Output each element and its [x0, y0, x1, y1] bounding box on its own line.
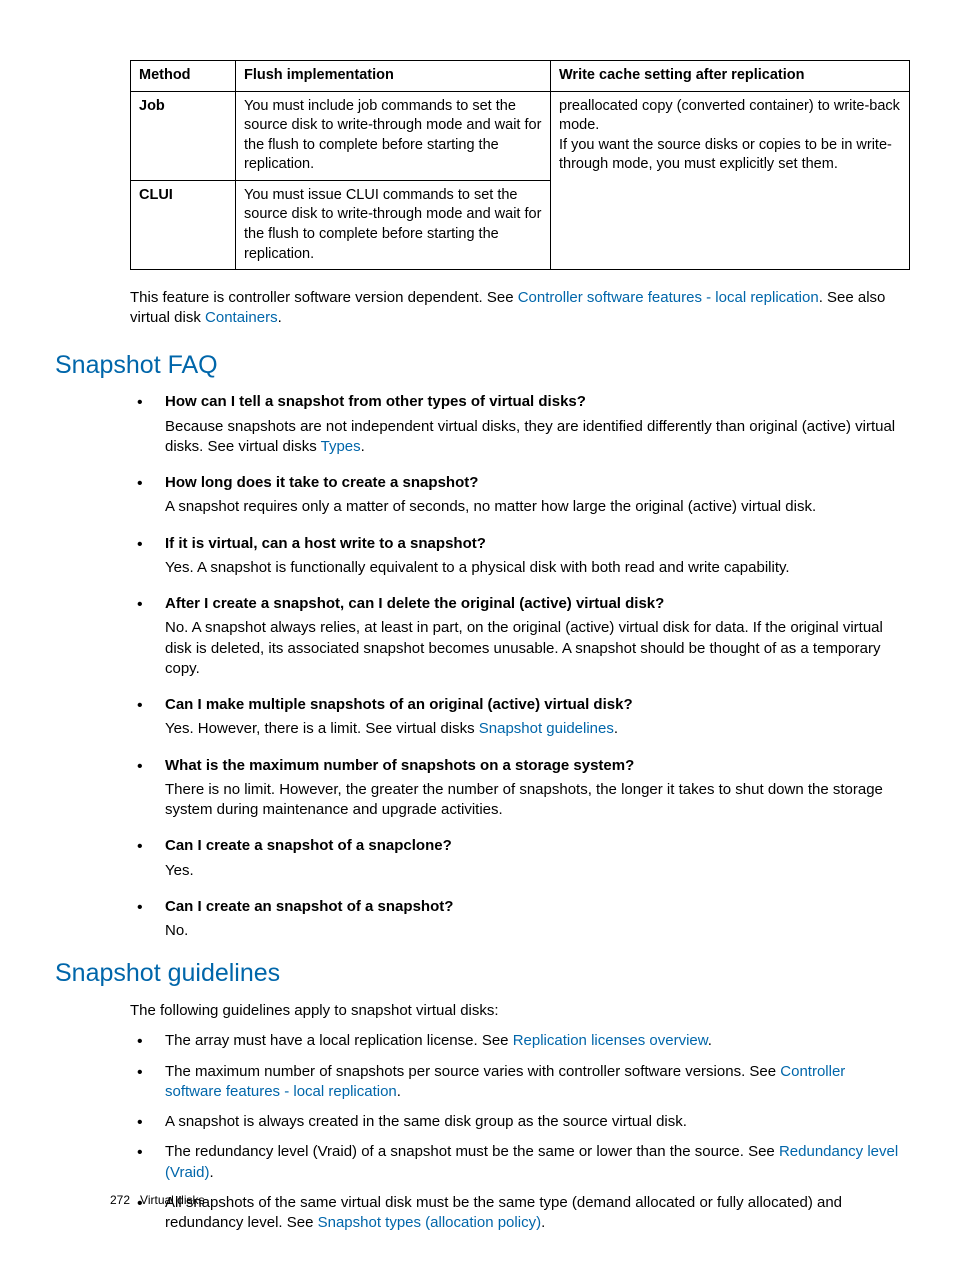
faq-answer-link[interactable]: Snapshot guidelines — [479, 720, 614, 737]
faq-question: Can I create an snapshot of a snapshot? — [165, 897, 899, 917]
heading-snapshot-faq: Snapshot FAQ — [55, 349, 899, 383]
faq-answer-text: There is no limit. However, the greater … — [165, 781, 883, 818]
guideline-item: The redundancy level (Vraid) of a snapsh… — [165, 1142, 899, 1183]
faq-answer: No. A snapshot always relies, at least i… — [165, 618, 899, 679]
faq-answer-text: Because snapshots are not independent vi… — [165, 418, 895, 455]
faq-answer-text: Yes. A snapshot is functionally equivale… — [165, 559, 790, 576]
faq-answer-text: No. — [165, 922, 188, 939]
faq-question: After I create a snapshot, can I delete … — [165, 594, 899, 614]
faq-question: Can I create a snapshot of a snapclone? — [165, 836, 899, 856]
guideline-text: . — [708, 1032, 712, 1049]
faq-answer-link[interactable]: Types — [321, 438, 361, 455]
th-method: Method — [131, 61, 236, 92]
faq-question: How can I tell a snapshot from other typ… — [165, 392, 899, 412]
guideline-text: . — [209, 1164, 213, 1181]
cell-method: Job — [131, 91, 236, 180]
guideline-link[interactable]: Replication licenses overview — [513, 1032, 708, 1049]
page-footer: 272 Virtual disks — [110, 1192, 205, 1208]
faq-answer: No. — [165, 921, 899, 941]
faq-answer-text: Yes. However, there is a limit. See virt… — [165, 720, 479, 737]
cell-method: CLUI — [131, 180, 236, 269]
guideline-text: A snapshot is always created in the same… — [165, 1113, 687, 1130]
faq-item: If it is virtual, can a host write to a … — [165, 534, 899, 579]
faq-answer: A snapshot requires only a matter of sec… — [165, 497, 899, 517]
faq-answer: Because snapshots are not independent vi… — [165, 417, 899, 458]
guideline-item: The maximum number of snapshots per sour… — [165, 1062, 899, 1103]
faq-answer: Yes. A snapshot is functionally equivale… — [165, 558, 899, 578]
faq-answer: Yes. However, there is a limit. See virt… — [165, 719, 899, 739]
guideline-text: . — [541, 1214, 545, 1231]
table-row: Job You must include job commands to set… — [131, 91, 910, 180]
faq-question: How long does it take to create a snapsh… — [165, 473, 899, 493]
faq-question: Can I make multiple snapshots of an orig… — [165, 695, 899, 715]
faq-item: What is the maximum number of snapshots … — [165, 756, 899, 821]
footer-section: Virtual disks — [140, 1193, 204, 1207]
faq-answer-text: . — [361, 438, 365, 455]
guideline-text: . — [397, 1083, 401, 1100]
guideline-item: All snapshots of the same virtual disk m… — [165, 1193, 899, 1234]
faq-item: How can I tell a snapshot from other typ… — [165, 392, 899, 457]
faq-answer-text: A snapshot requires only a matter of sec… — [165, 498, 816, 515]
guidelines-intro: The following guidelines apply to snapsh… — [130, 1001, 899, 1021]
guideline-text: The redundancy level (Vraid) of a snapsh… — [165, 1143, 779, 1160]
cell-flush: You must include job commands to set the… — [236, 91, 551, 180]
faq-item: How long does it take to create a snapsh… — [165, 473, 899, 518]
cell-flush: You must issue CLUI commands to set the … — [236, 180, 551, 269]
faq-item: Can I make multiple snapshots of an orig… — [165, 695, 899, 740]
faq-answer: There is no limit. However, the greater … — [165, 780, 899, 821]
faq-item: Can I create an snapshot of a snapshot? N… — [165, 897, 899, 942]
page-number: 272 — [110, 1193, 130, 1207]
replication-methods-table: Method Flush implementation Write cache … — [130, 60, 910, 270]
method-label: CLUI — [139, 187, 173, 203]
link-controller-features[interactable]: Controller software features - local rep… — [518, 289, 819, 306]
faq-question: If it is virtual, can a host write to a … — [165, 534, 899, 554]
guideline-text: The array must have a local replication … — [165, 1032, 513, 1049]
faq-question: What is the maximum number of snapshots … — [165, 756, 899, 776]
intro-text: This feature is controller software vers… — [130, 289, 518, 306]
th-flush: Flush implementation — [236, 61, 551, 92]
faq-answer-text: Yes. — [165, 862, 194, 879]
guideline-text: The maximum number of snapshots per sour… — [165, 1063, 780, 1080]
faq-list: How can I tell a snapshot from other typ… — [165, 392, 899, 941]
method-label: Job — [139, 98, 165, 114]
guideline-item: A snapshot is always created in the same… — [165, 1112, 899, 1132]
guideline-item: The array must have a local replication … — [165, 1031, 899, 1051]
faq-item: Can I create a snapshot of a snapclone? Y… — [165, 836, 899, 881]
guidelines-list: The array must have a local replication … — [165, 1031, 899, 1233]
link-containers[interactable]: Containers — [205, 309, 278, 326]
faq-answer-text: . — [614, 720, 618, 737]
faq-item: After I create a snapshot, can I delete … — [165, 594, 899, 679]
th-write: Write cache setting after replication — [551, 61, 910, 92]
cell-write-cache: preallocated copy (converted container) … — [551, 91, 910, 270]
heading-snapshot-guidelines: Snapshot guidelines — [55, 957, 899, 991]
faq-answer-text: No. A snapshot always relies, at least i… — [165, 619, 883, 677]
guideline-link[interactable]: Snapshot types (allocation policy) — [318, 1214, 541, 1231]
intro-text: . — [278, 309, 282, 326]
faq-answer: Yes. — [165, 861, 899, 881]
intro-paragraph: This feature is controller software vers… — [130, 288, 899, 329]
